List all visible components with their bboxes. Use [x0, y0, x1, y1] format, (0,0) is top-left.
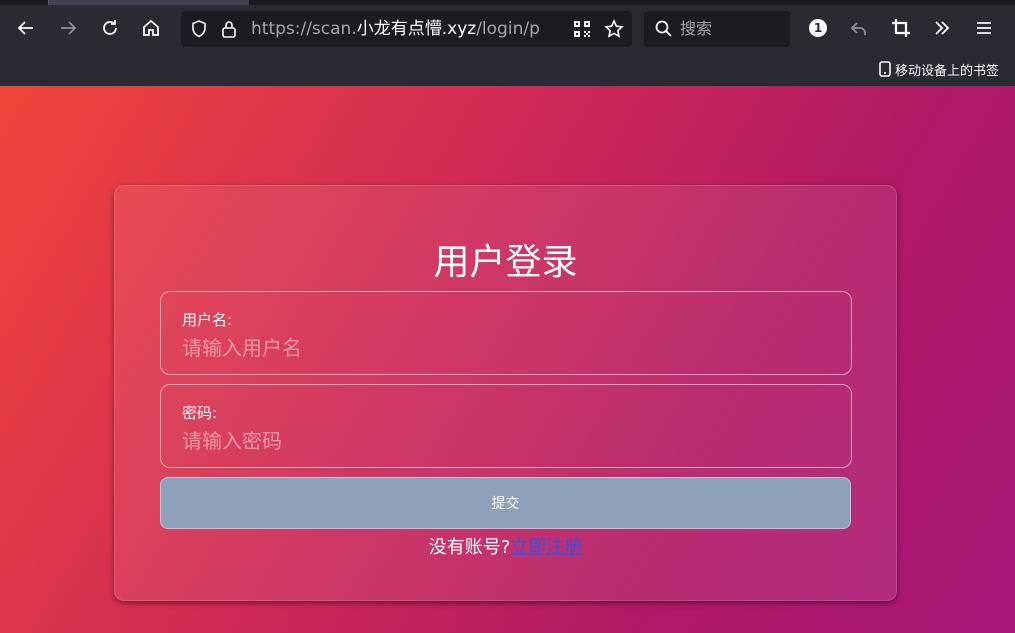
no-account-text: 没有账号? [428, 537, 511, 558]
page-background: 用户登录 用户名: 密码: 提交 没有账号?立即注册 [0, 86, 1015, 633]
submit-button[interactable]: 提交 [160, 477, 851, 529]
username-label: 用户名: [182, 311, 233, 329]
url-text[interactable]: https://scan.小龙有点懵.xyz/login/p [251, 11, 540, 47]
username-input[interactable] [182, 334, 822, 362]
login-card: 用户登录 用户名: 密码: 提交 没有账号?立即注册 [114, 185, 897, 601]
password-field-group: 密码: [160, 384, 852, 468]
bookmark-label: 移动设备上的书签 [894, 63, 999, 79]
extension-button[interactable]: 1 [803, 13, 833, 43]
url-path: /login/p [476, 19, 540, 39]
reload-icon[interactable] [95, 13, 125, 43]
search-icon [654, 19, 674, 39]
password-input[interactable] [182, 427, 822, 455]
mobile-device-icon [879, 61, 891, 77]
forward-icon[interactable] [53, 13, 83, 43]
overflow-chevrons-icon[interactable] [927, 13, 957, 43]
undo-icon[interactable] [844, 13, 874, 43]
page-title: 用户登录 [433, 242, 578, 283]
username-field-group: 用户名: [160, 291, 852, 375]
qr-code-icon[interactable] [572, 19, 592, 39]
register-link[interactable]: 立即注册 [510, 537, 582, 558]
home-icon[interactable] [136, 13, 166, 43]
bookmark-star-icon[interactable] [604, 19, 624, 39]
back-icon[interactable] [11, 13, 41, 43]
search-placeholder: 搜索 [680, 19, 713, 38]
url-prefix: https://scan. [251, 19, 357, 39]
browser-chrome: https://scan.小龙有点懵.xyz/login/p 搜索 1 移动设备… [0, 0, 1015, 86]
password-label: 密码: [182, 404, 218, 422]
hamburger-menu-icon[interactable] [969, 13, 999, 43]
register-prompt: 没有账号?立即注册 [114, 533, 897, 559]
extension-badge: 1 [809, 19, 827, 37]
bookmarks-toolbar: 移动设备上的书签 [0, 51, 1015, 86]
url-domain: 小龙有点懵.xyz [356, 19, 477, 39]
navigation-toolbar: https://scan.小龙有点懵.xyz/login/p 搜索 1 [0, 5, 1015, 51]
shield-icon[interactable] [189, 19, 209, 39]
url-bar[interactable]: https://scan.小龙有点懵.xyz/login/p [181, 11, 632, 47]
mobile-bookmarks-folder[interactable]: 移动设备上的书签 [878, 59, 999, 79]
lock-icon[interactable] [219, 19, 239, 39]
search-bar[interactable]: 搜索 [644, 11, 790, 47]
crop-screenshot-icon[interactable] [886, 13, 916, 43]
